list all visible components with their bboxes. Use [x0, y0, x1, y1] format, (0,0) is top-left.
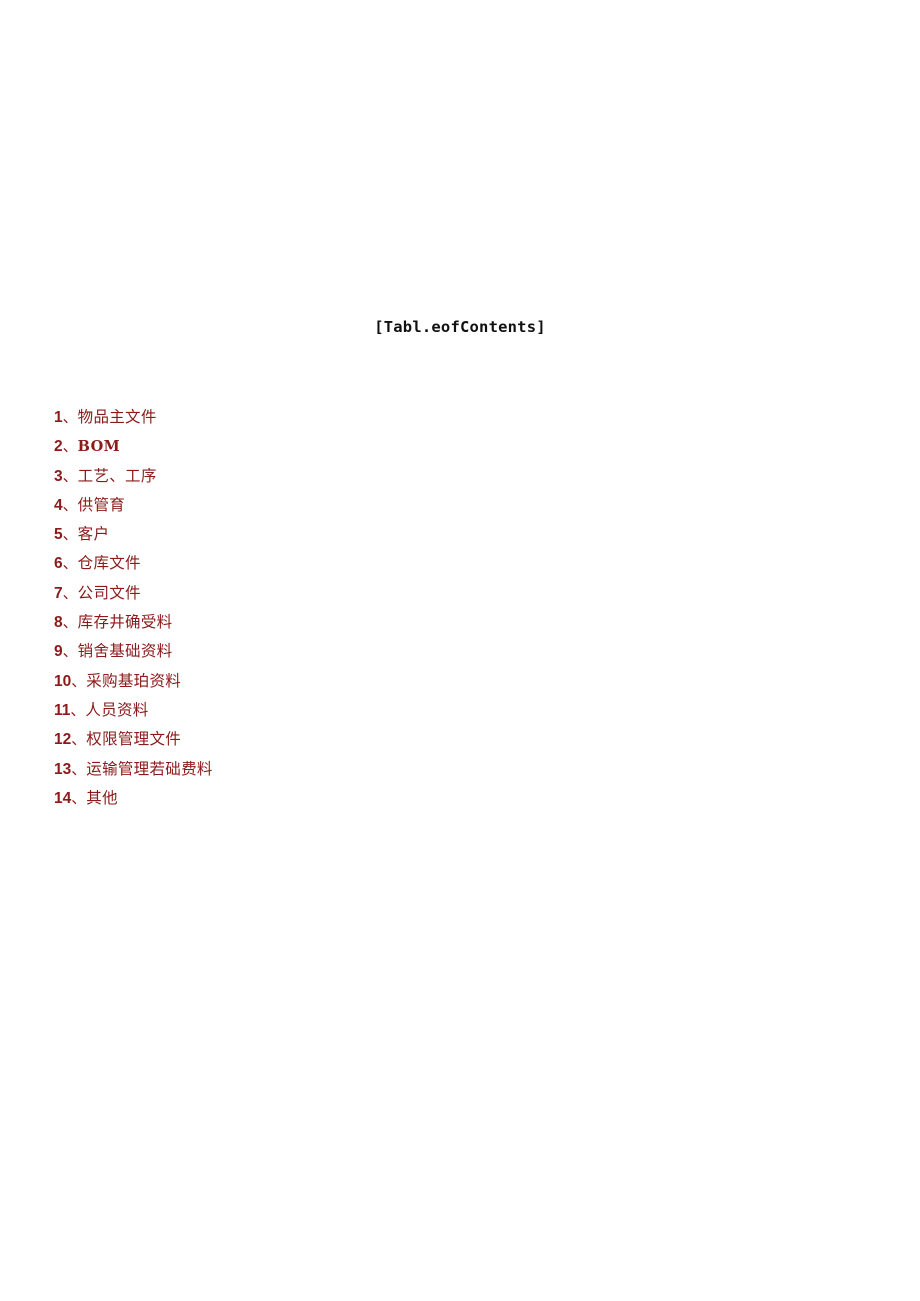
toc-item-label: 权限管理文件: [86, 730, 182, 749]
toc-item[interactable]: 1、物品主文件: [54, 403, 654, 432]
toc-item-separator: 、: [71, 788, 87, 807]
toc-item-number: 13: [54, 760, 72, 778]
toc-item[interactable]: 6、仓库文件: [54, 549, 654, 578]
toc-item[interactable]: 12、权限管理文件: [54, 725, 654, 754]
toc-item[interactable]: 8、库存井确受料: [54, 608, 654, 637]
toc-item-separator: 、: [71, 730, 87, 749]
toc-item-label: 库存井确受料: [77, 613, 173, 632]
toc-item-separator: 、: [62, 642, 78, 661]
toc-item-number: 3: [54, 467, 63, 485]
toc-item[interactable]: 2、BOM: [54, 432, 654, 461]
toc-item-separator: 、: [62, 583, 78, 602]
toc-item-label: 供管育: [77, 495, 126, 514]
toc-item-number: 10: [54, 672, 72, 690]
toc-item-separator: 、: [62, 495, 78, 514]
toc-item-label: 人员资料: [85, 700, 149, 719]
toc-item-number: 12: [54, 731, 72, 749]
toc-item-number: 1: [54, 409, 63, 426]
toc-item-label: BOM: [77, 438, 121, 456]
toc-item-separator: 、: [71, 671, 87, 690]
toc-item-number: 6: [54, 555, 63, 573]
toc-item-number: 11: [54, 701, 71, 719]
toc-item[interactable]: 5、客户: [54, 520, 654, 549]
toc-item-separator: 、: [62, 408, 78, 426]
toc-item-number: 7: [54, 584, 63, 602]
toc-item-number: 4: [54, 496, 63, 514]
toc-item-label: 销舍基础资料: [77, 642, 173, 661]
toc-item-label: 其他: [86, 788, 118, 807]
toc-item-separator: 、: [62, 613, 78, 632]
toc-item-separator: 、: [62, 437, 78, 456]
toc-item-label: 客户: [77, 525, 110, 544]
toc-item-separator: 、: [62, 525, 78, 544]
toc-item-label: 工艺、工序: [77, 466, 157, 485]
toc-item-label: 采购基珀资料: [86, 671, 182, 690]
toc-item[interactable]: 3、工艺、工序: [54, 462, 654, 491]
document-page: [Tabl.eofContents] 1、物品主文件 2、BOM 3、工艺、工序 4、…: [0, 0, 920, 1301]
toc-item[interactable]: 4、供管育: [54, 491, 654, 520]
toc-item-separator: 、: [62, 466, 78, 485]
toc-item[interactable]: 9、销舍基础资料: [54, 637, 654, 666]
toc-item[interactable]: 11、人员资料: [54, 696, 654, 725]
toc-item-number: 8: [54, 614, 63, 632]
toc-item-number: 14: [54, 789, 72, 807]
toc-item-number: 2: [54, 438, 63, 456]
toc-item[interactable]: 10、采购基珀资料: [54, 667, 654, 696]
toc-item-number: 9: [54, 643, 63, 661]
table-of-contents: 1、物品主文件 2、BOM 3、工艺、工序 4、供管育 5、客户 6、仓库文件 7、公司文件…: [54, 403, 654, 813]
toc-item-label: 仓库文件: [77, 554, 141, 573]
toc-item-separator: 、: [71, 759, 87, 778]
toc-item[interactable]: 13、运输管理若础费料: [54, 755, 654, 784]
toc-item-separator: 、: [70, 700, 86, 719]
toc-item-separator: 、: [62, 554, 78, 573]
toc-item[interactable]: 14、其他: [54, 784, 654, 813]
toc-item[interactable]: 7、公司文件: [54, 579, 654, 608]
toc-item-label: 公司文件: [77, 583, 141, 602]
page-title: [Tabl.eofContents]: [374, 318, 546, 336]
toc-item-label: 物品主文件: [77, 408, 157, 426]
toc-item-label: 运输管理若础费料: [86, 759, 213, 778]
toc-item-number: 5: [54, 526, 63, 544]
